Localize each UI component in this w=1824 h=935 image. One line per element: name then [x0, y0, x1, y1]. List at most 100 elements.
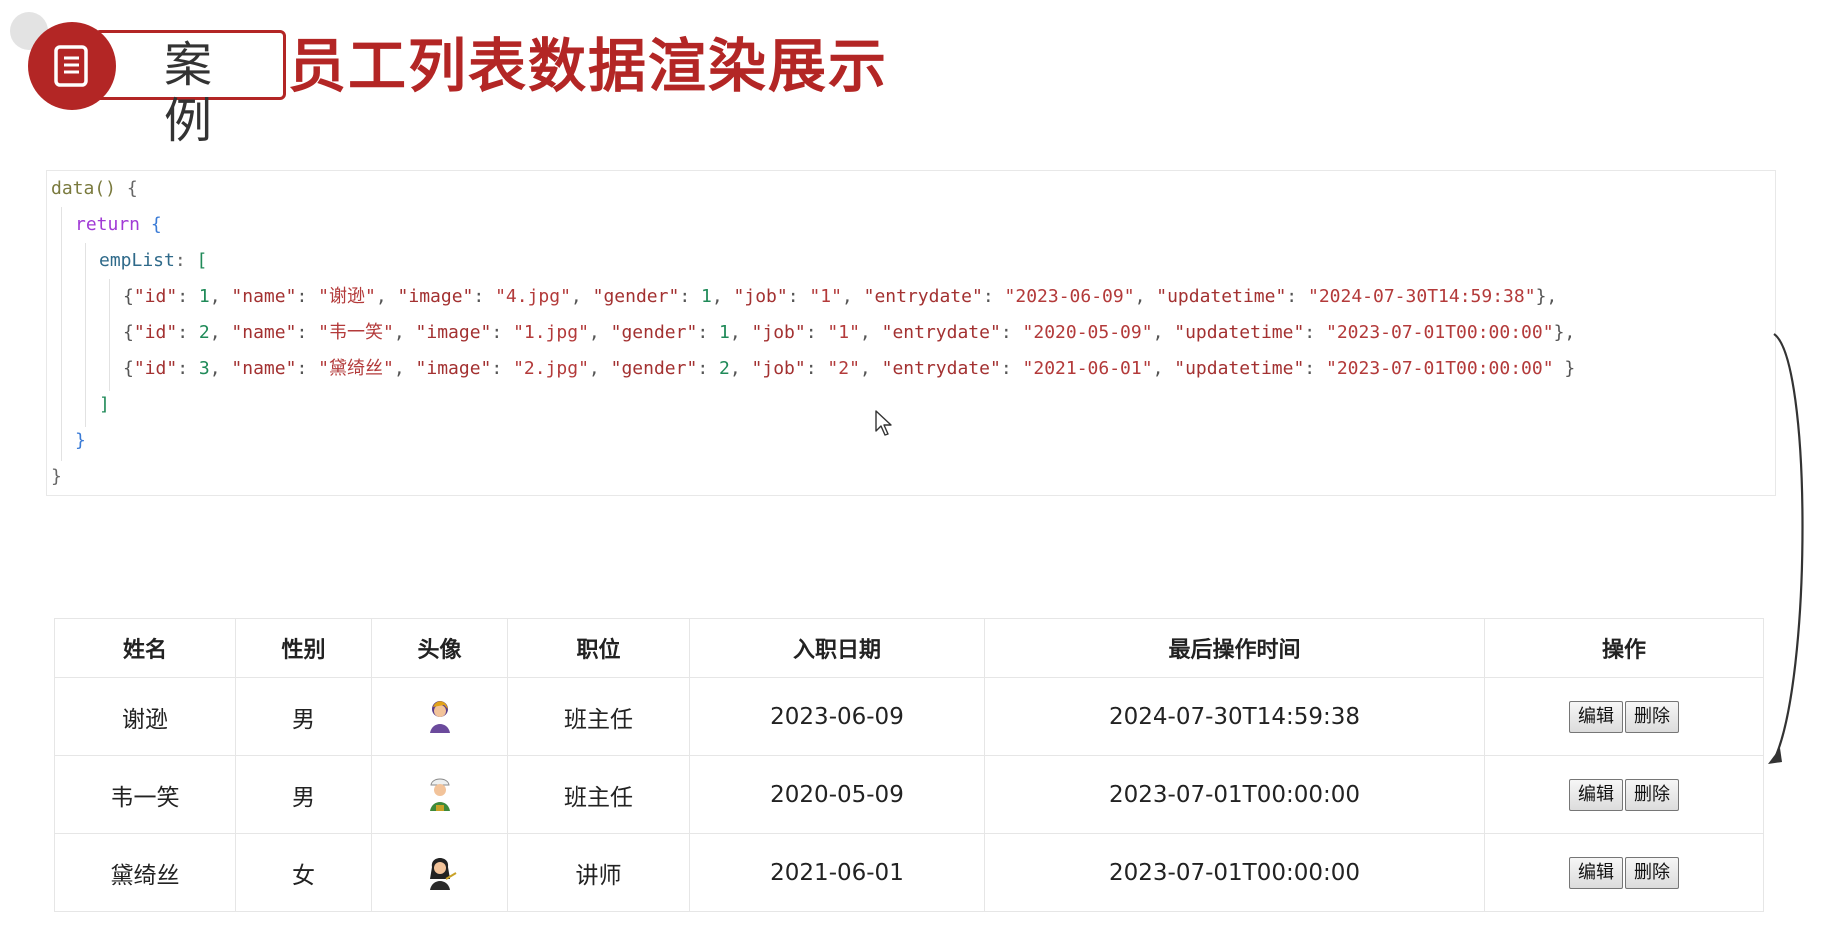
code-token: "name" — [231, 286, 297, 307]
code-token: "2023-07-01T00:00:00" — [1325, 322, 1554, 343]
avatar-icon — [429, 778, 450, 811]
code-token: "image" — [415, 322, 492, 343]
code-token: "entrydate" — [881, 322, 1001, 343]
code-line-row: {"id": 3, "name": "黛绮丝", "image": "2.jpg… — [123, 358, 1576, 379]
code-token: } — [51, 466, 62, 487]
code-token: "updatetime" — [1174, 358, 1305, 379]
delete-button[interactable]: 删除 — [1625, 700, 1679, 733]
code-token: data() — [51, 178, 117, 199]
delete-button[interactable]: 删除 — [1625, 778, 1679, 811]
cell-job: 班主任 — [507, 677, 690, 756]
code-token: 1 — [198, 286, 210, 307]
code-token: "updatetime" — [1174, 322, 1305, 343]
code-token: "entrydate" — [863, 286, 983, 307]
code-line-list-close: ] — [99, 387, 110, 423]
cell-avatar — [371, 677, 508, 756]
page-title: 员工列表数据渲染展示 — [288, 32, 889, 100]
cell-entrydate: 2023-06-09 — [689, 677, 985, 756]
code-line-emplist: empList: [ — [99, 243, 207, 279]
cell-gender: 男 — [235, 677, 372, 756]
code-token: "id" — [133, 322, 178, 343]
table-row: 黛绮丝 女 讲师 2021-06-01 2023-07-01T00:00:00 … — [54, 833, 1764, 912]
code-token: "name" — [231, 358, 297, 379]
code-line-row: {"id": 1, "name": "谢逊", "image": "4.jpg"… — [123, 286, 1558, 307]
code-token: "2023-06-09" — [1004, 286, 1135, 307]
avatar-icon — [429, 857, 457, 890]
indent-guide — [85, 243, 86, 427]
code-token: { — [126, 178, 138, 199]
code-token: "2020-05-09" — [1022, 322, 1153, 343]
cell-updatetime: 2024-07-30T14:59:38 — [984, 677, 1485, 756]
table-row: 韦一笑 男 班主任 2020-05-09 2023-07-01T00:00:00… — [54, 755, 1764, 834]
cell-name: 谢逊 — [54, 677, 236, 756]
code-token: "2.jpg" — [513, 358, 589, 379]
code-token: "name" — [231, 322, 297, 343]
edit-button[interactable]: 编辑 — [1569, 778, 1623, 811]
code-token: } — [75, 430, 86, 451]
code-token: }, — [1535, 286, 1558, 307]
cell-entrydate: 2020-05-09 — [689, 755, 985, 834]
code-token: return — [75, 214, 141, 235]
badge-label: 案例 — [164, 37, 215, 149]
mouse-cursor-icon — [875, 410, 892, 436]
code-line-return-close: } — [75, 423, 86, 459]
table-row: 谢逊 男 班主任 2023-06-09 2024-07-30T14:59:38 … — [54, 677, 1764, 756]
code-token: }, — [1553, 322, 1576, 343]
indent-guide — [61, 207, 62, 461]
column-header-avatar: 头像 — [371, 618, 508, 678]
cell-name: 韦一笑 — [54, 755, 236, 834]
column-header-gender: 性别 — [235, 618, 372, 678]
code-token: ] — [99, 394, 110, 415]
code-token: "gender" — [592, 286, 680, 307]
code-token: "id" — [133, 358, 178, 379]
code-token: "2021-06-01" — [1022, 358, 1153, 379]
code-token: [ — [196, 250, 208, 271]
code-token: "gender" — [610, 322, 698, 343]
cell-job: 班主任 — [507, 755, 690, 834]
column-header-updatetime: 最后操作时间 — [984, 618, 1485, 678]
code-token: "job" — [733, 286, 788, 307]
cell-gender: 男 — [235, 755, 372, 834]
code-token: empList — [99, 250, 175, 271]
code-token: { — [150, 214, 162, 235]
edit-button[interactable]: 编辑 — [1569, 700, 1623, 733]
cell-updatetime: 2023-07-01T00:00:00 — [984, 833, 1485, 912]
code-token: "updatetime" — [1156, 286, 1287, 307]
column-header-job: 职位 — [507, 618, 690, 678]
cell-avatar — [371, 833, 508, 912]
code-token: 2 — [198, 322, 210, 343]
column-header-entrydate: 入职日期 — [689, 618, 985, 678]
code-token: } — [1564, 358, 1576, 379]
code-token: "image" — [397, 286, 474, 307]
document-icon — [28, 22, 116, 110]
cell-job: 讲师 — [507, 833, 690, 912]
code-token: "4.jpg" — [495, 286, 571, 307]
cell-entrydate: 2021-06-01 — [689, 833, 985, 912]
code-line-data: data() { — [51, 171, 138, 207]
cell-avatar — [371, 755, 508, 834]
cell-actions: 编辑 删除 — [1484, 755, 1764, 834]
cell-updatetime: 2023-07-01T00:00:00 — [984, 755, 1485, 834]
code-token: "1" — [809, 286, 842, 307]
edit-button[interactable]: 编辑 — [1569, 856, 1623, 889]
cell-name: 黛绮丝 — [54, 833, 236, 912]
code-token: 3 — [198, 358, 210, 379]
curved-arrow-icon — [1768, 333, 1804, 764]
code-line-fn-close: } — [51, 459, 62, 495]
code-token: "job" — [751, 358, 806, 379]
avatar-icon — [429, 700, 450, 733]
column-header-actions: 操作 — [1484, 618, 1764, 678]
code-token: "job" — [751, 322, 806, 343]
delete-button[interactable]: 删除 — [1625, 856, 1679, 889]
code-line-return: return { — [75, 207, 162, 243]
code-token: "1.jpg" — [513, 322, 589, 343]
code-token: "谢逊" — [318, 286, 376, 307]
code-token: 1 — [719, 322, 730, 343]
code-block: data() { return { empList: [ {"id": 1, "… — [46, 170, 1776, 496]
cell-actions: 编辑 删除 — [1484, 833, 1764, 912]
cell-gender: 女 — [235, 833, 372, 912]
code-line-row: {"id": 2, "name": "韦一笑", "image": "1.jpg… — [123, 322, 1576, 343]
employee-table: 姓名 性别 头像 职位 入职日期 最后操作时间 操作 谢逊 男 班主任 2023… — [54, 618, 1764, 912]
code-token: "entrydate" — [881, 358, 1001, 379]
column-header-name: 姓名 — [54, 618, 236, 678]
